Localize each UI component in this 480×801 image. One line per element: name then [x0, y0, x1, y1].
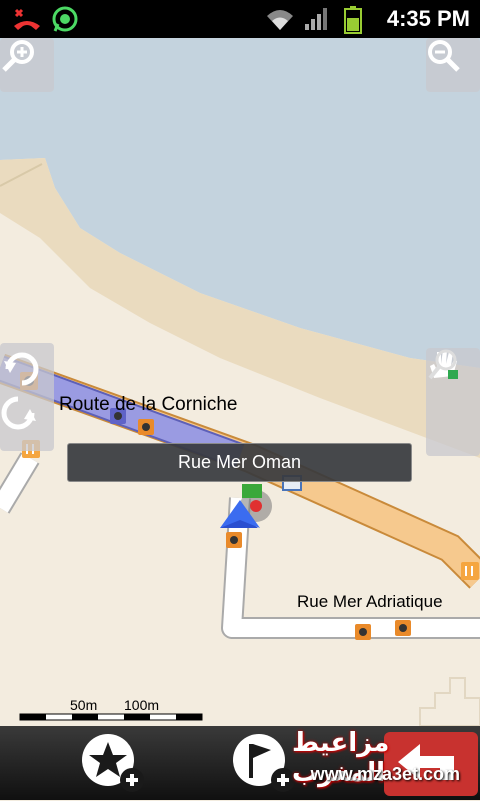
favorites-button[interactable]: [80, 732, 144, 794]
flag-add-icon: [231, 734, 297, 798]
current-street-banner: Rue Mer Oman: [67, 443, 412, 482]
wifi-icon: [265, 6, 295, 37]
road-label-corniche: Route de la Corniche: [59, 394, 238, 415]
battery-icon: [344, 6, 362, 39]
map-view[interactable]: Route de la Corniche Rue Mer Adriatique …: [0, 38, 480, 726]
current-location-marker: [218, 480, 278, 540]
clock: 4:35 PM: [386, 6, 470, 31]
zoom-in-button[interactable]: [0, 38, 54, 92]
add-destination-button[interactable]: [231, 732, 295, 794]
scale-bar: 50m 100m: [18, 697, 204, 721]
whatsapp-icon: [52, 6, 78, 37]
zoom-out-button[interactable]: [426, 38, 480, 92]
missed-call-icon: [12, 6, 42, 37]
watermark-url: www.mza3et.com: [310, 764, 460, 784]
star-add-icon: [80, 734, 146, 798]
map-canvas: [0, 38, 480, 726]
watermark: مزاعيط المغرب www.mza3et.com: [292, 728, 480, 800]
map-lock-controls: [426, 348, 480, 456]
status-bar: 4:35 PM: [0, 0, 480, 38]
road-label-adriatique: Rue Mer Adriatique: [297, 592, 443, 611]
rotate-control[interactable]: [0, 343, 54, 451]
signal-icon: [304, 6, 330, 37]
